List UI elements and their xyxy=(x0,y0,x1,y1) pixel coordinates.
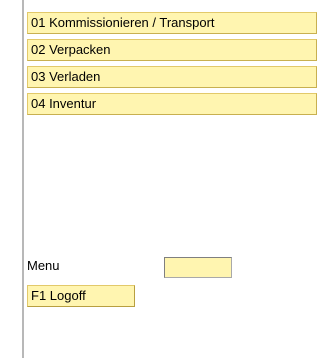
rf-terminal-screen: 01 Kommissionieren / Transport 02 Verpac… xyxy=(22,0,320,358)
logoff-button[interactable]: F1 Logoff xyxy=(27,285,135,307)
menu-field-label: Menu xyxy=(27,258,60,273)
menu-item-verladen[interactable]: 03 Verladen xyxy=(27,66,317,88)
menu-item-inventur[interactable]: 04 Inventur xyxy=(27,93,317,115)
menu-input[interactable] xyxy=(164,257,232,278)
menu-item-verpacken[interactable]: 02 Verpacken xyxy=(27,39,317,61)
menu-item-kommissionieren-transport[interactable]: 01 Kommissionieren / Transport xyxy=(27,12,317,34)
